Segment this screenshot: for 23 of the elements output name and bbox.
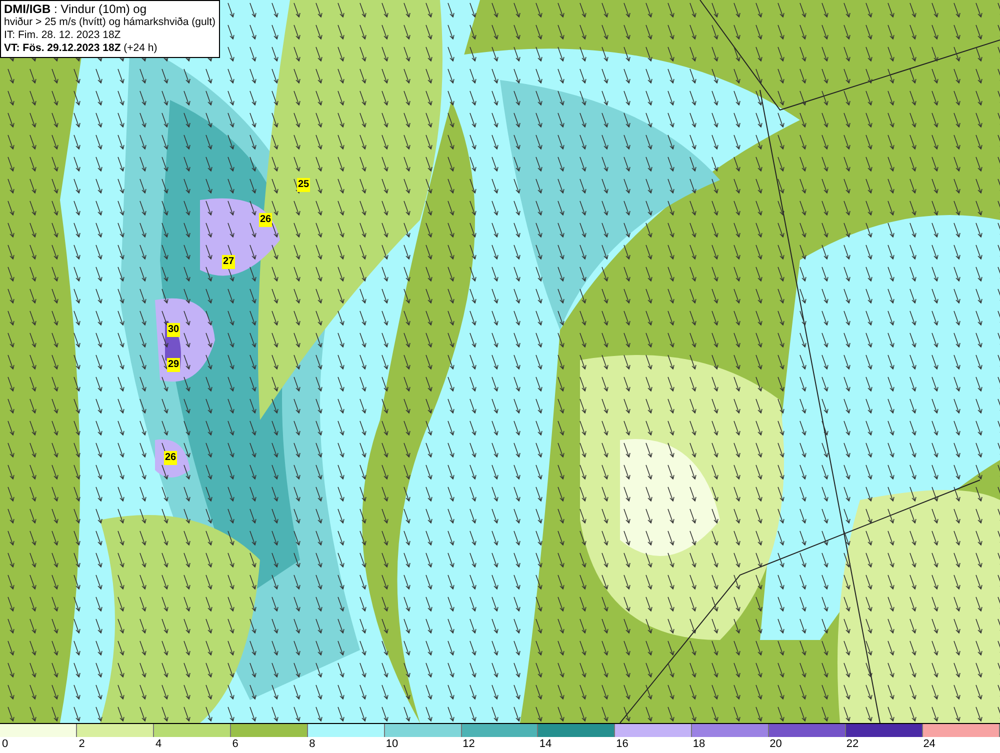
legend-tick-label: 8 <box>309 737 316 751</box>
caption-line: hviður > 25 m/s (hvítt) og hámarkshviða (gult) <box>4 16 216 29</box>
legend-tick-label: 6 <box>232 737 240 751</box>
legend-tick-label: 10 <box>386 737 400 751</box>
caption-line: VT: Fös. 29.12.2023 18Z (+24 h) <box>4 42 158 55</box>
legend-tick-label: 16 <box>616 737 630 751</box>
gust-value-label: 27 <box>222 255 236 269</box>
legend-tick-label: 4 <box>156 737 163 751</box>
gust-value-label: 29 <box>167 358 180 372</box>
legend-tick-label: 2 <box>78 737 86 751</box>
legend-tick-label: 12 <box>462 737 476 751</box>
gust-value-label: 26 <box>164 451 178 465</box>
gust-value-label: 30 <box>167 323 180 337</box>
caption-line: DMI/IGB : Vindur (10m) og <box>4 2 148 16</box>
legend-tick-label: 18 <box>692 737 706 751</box>
caption-line: IT: Fim. 28. 12. 2023 18Z <box>4 29 122 42</box>
legend-tick-label: 20 <box>770 737 783 751</box>
gust-value-label: 26 <box>259 213 272 227</box>
legend-tick-label: 22 <box>846 737 860 751</box>
legend-tick-label: 0 <box>2 737 10 751</box>
gust-value-label: 25 <box>297 178 310 192</box>
legend-tick-label: 14 <box>539 737 553 751</box>
legend-tick-label: 24 <box>923 737 936 751</box>
